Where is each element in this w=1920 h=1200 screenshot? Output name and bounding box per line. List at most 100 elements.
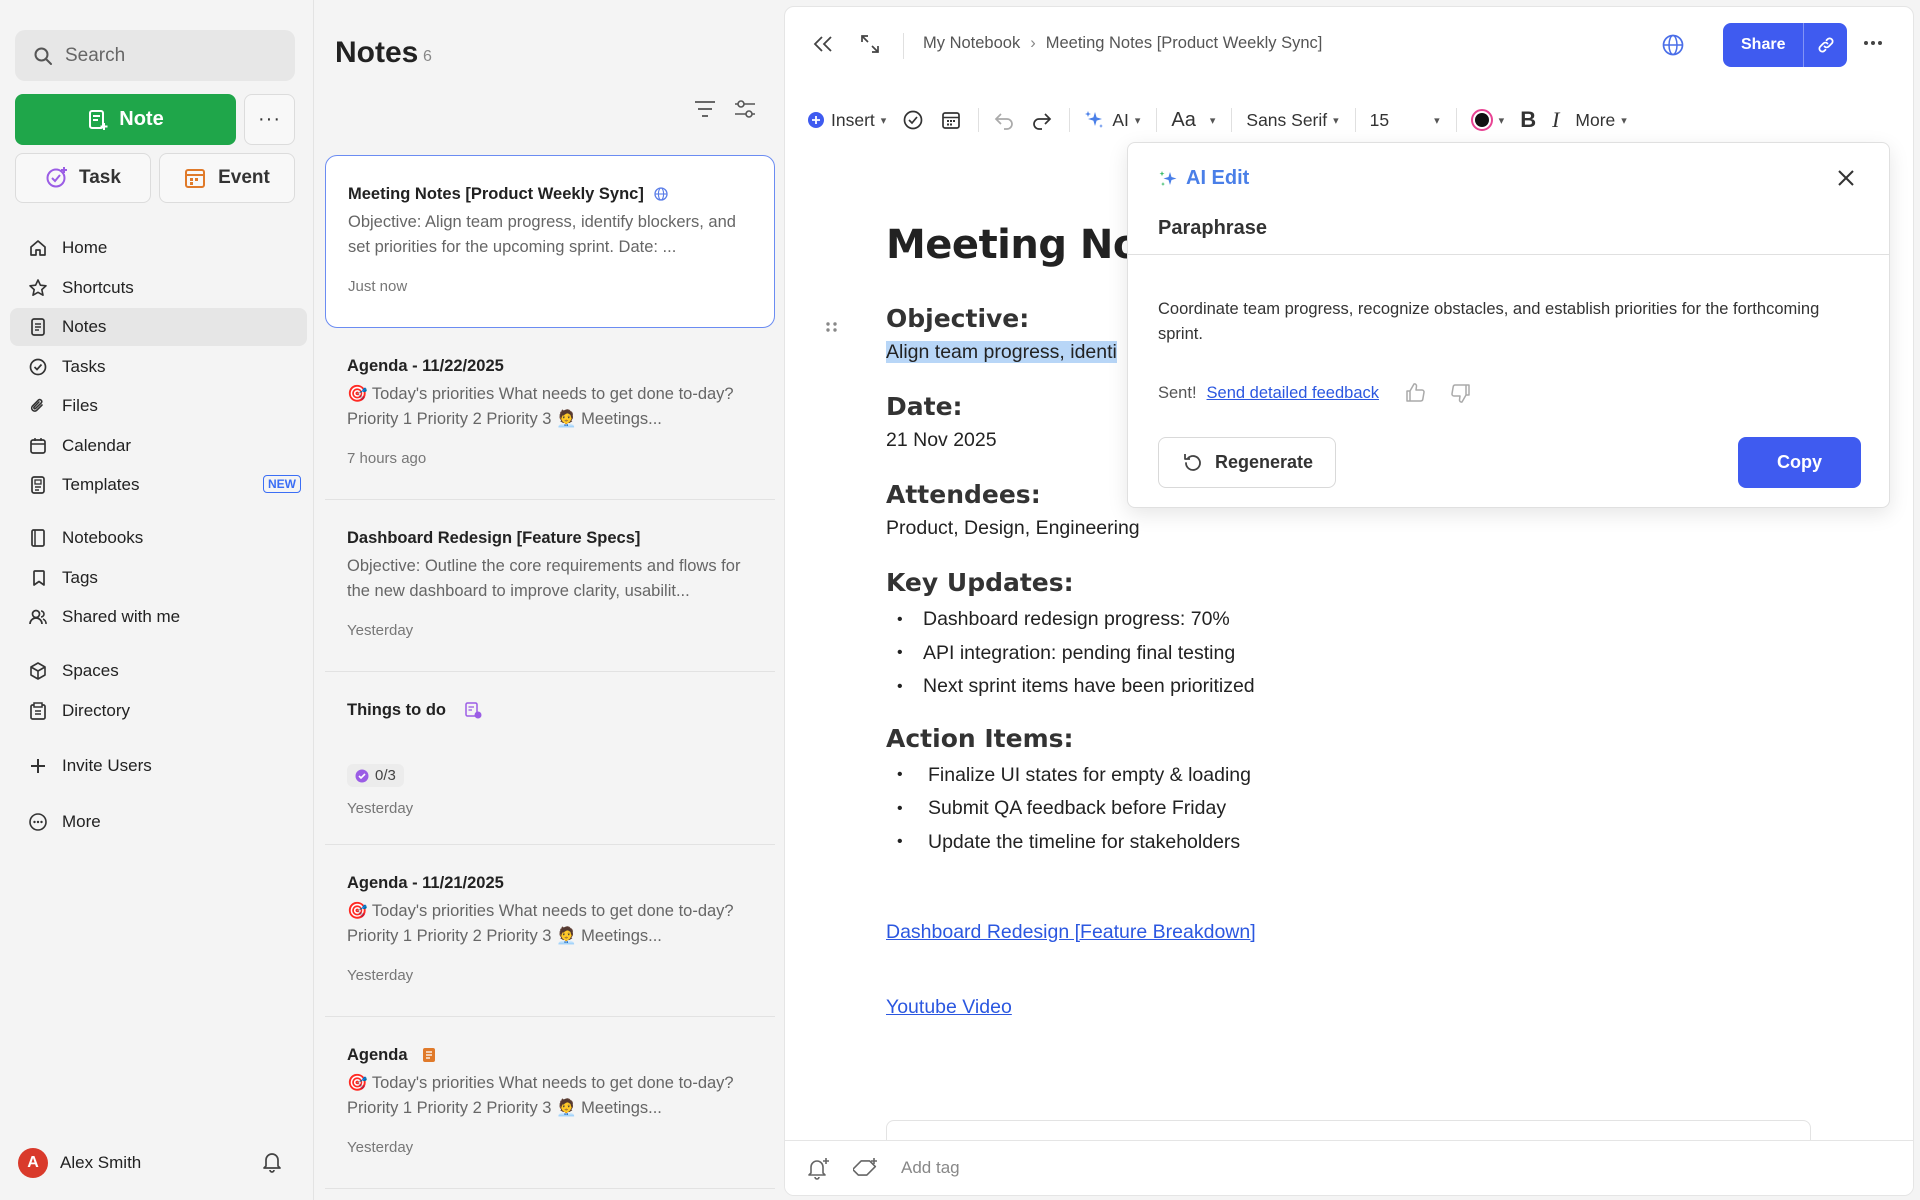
sidebar-item-templates[interactable]: Templates NEW (10, 466, 307, 504)
new-event-button[interactable]: Event (159, 153, 295, 203)
sidebar: Search Note ··· Task Event Home Shortcut… (0, 0, 314, 1200)
sidebar-item-spaces[interactable]: Spaces (10, 652, 307, 690)
checklist-button[interactable] (902, 109, 924, 131)
redo-button[interactable] (1031, 109, 1053, 131)
sidebar-item-files[interactable]: Files (10, 387, 307, 425)
notes-tools (693, 98, 757, 120)
more-create-button[interactable]: ··· (244, 94, 295, 145)
sidebar-item-home[interactable]: Home (10, 229, 307, 267)
text-color-picker[interactable]: ▾ (1470, 109, 1504, 131)
user-name: Alex Smith (60, 1153, 142, 1172)
copy-link-button[interactable] (1803, 23, 1848, 67)
note-card-title: Meeting Notes [Product Weekly Sync] (348, 184, 752, 204)
calendar-icon (28, 436, 48, 456)
note-card-time: 7 hours ago (347, 450, 427, 467)
thumbs-down-icon[interactable] (1449, 381, 1473, 405)
updates-list: • Dashboard redesign progress: 70% • API i… (886, 603, 1846, 704)
note-card-title: Things to do (347, 700, 753, 720)
ai-result-text: Coordinate team progress, recognize obst… (1158, 300, 1820, 343)
note-card[interactable]: Agenda - 11/22/2025 🎯 Today's priorities… (325, 328, 775, 500)
drag-handle-icon[interactable] (825, 321, 839, 337)
new-task-button[interactable]: Task (15, 153, 151, 203)
directory-icon (28, 701, 48, 721)
note-card-preview: Objective: Outline the core requirements… (347, 557, 741, 600)
note-add-icon (87, 109, 109, 131)
note-card[interactable]: Dashboard Redesign [Feature Specs] Objec… (325, 500, 775, 672)
note-card[interactable]: Agenda - 11/21/2025 🎯 Today's priorities… (325, 845, 775, 1017)
more-options-icon[interactable] (1863, 37, 1883, 49)
primary-nav: Home Shortcuts Notes Tasks Files Calenda… (10, 229, 307, 506)
divider (1231, 108, 1233, 132)
globe-icon[interactable] (1661, 33, 1685, 57)
search-placeholder: Search (65, 44, 126, 66)
sidebar-item-tags[interactable]: Tags (10, 559, 307, 597)
expand-icon[interactable] (859, 33, 881, 55)
more-format-menu[interactable]: More ▾ (1575, 110, 1626, 131)
collapse-sidebar-icon[interactable] (811, 33, 835, 55)
search-input[interactable]: Search (15, 30, 295, 81)
divider (1156, 108, 1158, 132)
italic-button[interactable]: I (1552, 107, 1559, 133)
sort-icon[interactable] (693, 98, 717, 120)
note-card-time: Yesterday (347, 1139, 414, 1156)
sidebar-item-notes[interactable]: Notes (10, 308, 307, 346)
updates-heading: Key Updates: (886, 568, 1074, 597)
ai-edit-title: AI Edit (1158, 167, 1249, 190)
font-family-select[interactable]: Sans Serif ▾ (1246, 110, 1338, 131)
note-card-time: Yesterday (347, 622, 414, 639)
text-style-menu[interactable]: Aa ▾ (1171, 109, 1215, 132)
note-card[interactable]: Agenda 🎯 Today's priorities What needs t… (325, 1017, 775, 1189)
calendar-icon (940, 109, 962, 131)
add-tag-input[interactable]: Add tag (901, 1158, 960, 1178)
tag-icon (28, 568, 48, 588)
sparkle-icon (1084, 109, 1106, 131)
plus-circle-icon (807, 111, 825, 129)
close-icon[interactable] (1837, 169, 1855, 187)
thumbs-up-icon[interactable] (1403, 381, 1427, 405)
filter-icon[interactable] (733, 98, 757, 120)
note-card-preview: 🎯 Today's priorities What needs to get d… (347, 902, 734, 945)
tag-add-icon[interactable] (853, 1155, 879, 1181)
youtube-video-link[interactable]: Youtube Video (886, 996, 1846, 1019)
copy-button[interactable]: Copy (1738, 437, 1861, 488)
sidebar-item-shortcuts[interactable]: Shortcuts (10, 269, 307, 307)
font-size-select[interactable]: 15 ▾ (1370, 110, 1440, 131)
share-button[interactable]: Share (1723, 23, 1804, 67)
note-card[interactable]: Things to do 0/3 Yesterday (325, 672, 775, 845)
notification-bell-icon[interactable] (260, 1149, 284, 1173)
sidebar-item-tasks[interactable]: Tasks (10, 348, 307, 386)
new-note-button[interactable]: Note (15, 94, 236, 145)
plus-icon (28, 756, 48, 776)
regenerate-button[interactable]: Regenerate (1158, 437, 1336, 488)
note-card-selected[interactable]: Meeting Notes [Product Weekly Sync] Obje… (325, 155, 775, 328)
divider (1069, 108, 1071, 132)
ai-menu[interactable]: AI ▾ (1084, 109, 1140, 131)
list-item: • Finalize UI states for empty & loading (897, 763, 1251, 786)
reminder-icon[interactable] (805, 1155, 831, 1181)
list-item: • Dashboard redesign progress: 70% (897, 608, 1230, 631)
selected-text[interactable]: Align team progress, identi (886, 341, 1117, 363)
notes-list-title: Notes (335, 36, 419, 69)
sidebar-item-shared[interactable]: Shared with me (10, 598, 307, 636)
bold-button[interactable]: B (1520, 107, 1536, 133)
invite-users-button[interactable]: Invite Users (10, 747, 307, 785)
calendar-insert-button[interactable] (940, 109, 962, 131)
dashboard-breakdown-link[interactable]: Dashboard Redesign [Feature Breakdown] (886, 921, 1846, 944)
breadcrumb-note[interactable]: Meeting Notes [Product Weekly Sync] (1046, 34, 1323, 53)
sidebar-item-notebooks[interactable]: Notebooks (10, 519, 307, 557)
breadcrumb: My Notebook › Meeting Notes [Product Wee… (923, 34, 1322, 53)
undo-button[interactable] (993, 109, 1015, 131)
insert-menu[interactable]: Insert ▾ (807, 110, 886, 131)
home-icon (28, 238, 48, 258)
send-feedback-link[interactable]: Send detailed feedback (1207, 384, 1379, 403)
breadcrumb-notebook[interactable]: My Notebook (923, 34, 1020, 53)
sidebar-item-calendar[interactable]: Calendar (10, 427, 307, 465)
shared-icon (28, 607, 48, 627)
notes-icon (28, 317, 48, 337)
note-card-time: Just now (348, 278, 408, 295)
template-note-icon (422, 1047, 436, 1063)
note-card-preview: 🎯 Today's priorities What needs to get d… (347, 385, 734, 428)
sidebar-item-more[interactable]: More (10, 803, 307, 841)
sidebar-item-directory[interactable]: Directory (10, 692, 307, 730)
user-profile[interactable]: A Alex Smith (18, 1148, 141, 1178)
